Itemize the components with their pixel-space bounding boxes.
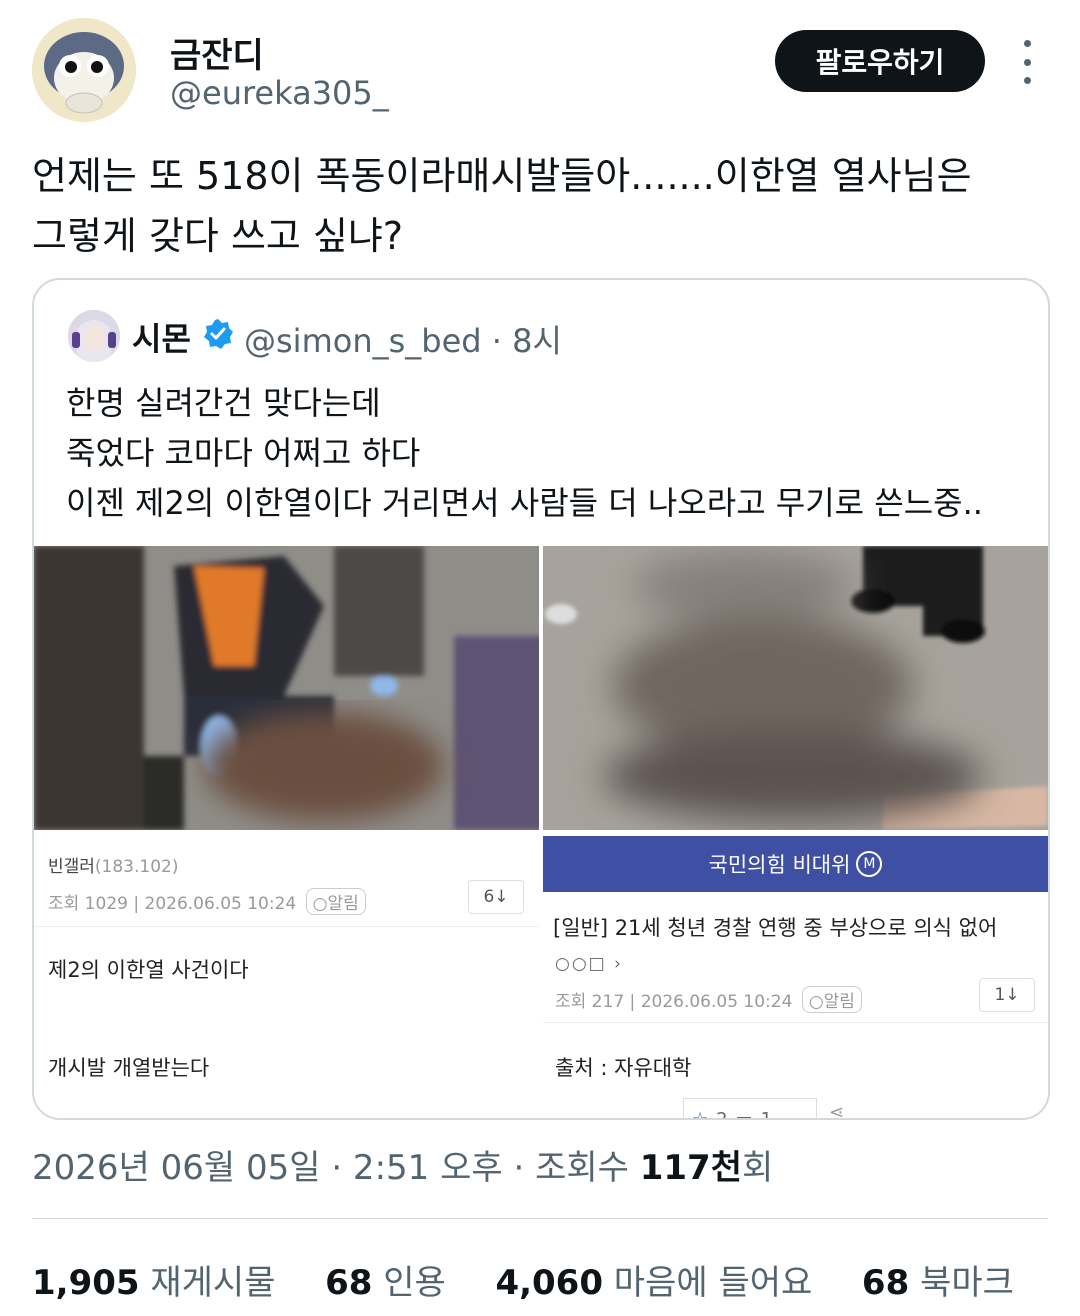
post-source: 출처 : 자유대학 — [555, 1056, 692, 1080]
post-body-line: 개시발 개열받는다 — [48, 1056, 210, 1080]
board-badge: M — [856, 851, 883, 877]
board-header: 국민의힘 비대위 M — [543, 836, 1048, 892]
alarm-tag: ○알림 — [801, 986, 862, 1013]
more-options-icon[interactable] — [1012, 40, 1042, 84]
quote-image-right[interactable]: 국민의힘 비대위 M [일반] 21세 청년 경찰 연행 중 부상으로 의식 없… — [543, 546, 1048, 1118]
post-actions: ☆ 2 ▭ 1 — [683, 1098, 817, 1118]
comment-icon: ▭ — [736, 1109, 753, 1119]
blurred-photo-right — [543, 546, 1048, 830]
post-author: 빈갤러(183.102) — [48, 857, 179, 877]
tweet-text: 언제는 또 518이 폭동이라매시발들아.......이한열 열사님은 그렇게 … — [32, 146, 1052, 266]
verified-badge-icon — [204, 319, 233, 349]
quote-text: 한명 실려간건 맞다는데 죽었다 코마다 어쩌고 하다 이젠 제2의 이한열이다… — [66, 378, 1046, 528]
quote-time: · 8시 — [491, 322, 562, 360]
quote-text-line: 죽었다 코마다 어쩌고 하다 — [66, 434, 421, 472]
comment-count-badge: 6↓ — [468, 880, 524, 914]
follow-button[interactable]: 팔로우하기 — [775, 30, 985, 92]
post-meta: 조회 217 | 2026.06.05 10:24 ○알림 — [555, 986, 862, 1013]
quote-author-handle: @simon_s_bed · 8시 — [244, 322, 562, 360]
comment-count-badge: 1↓ — [979, 978, 1035, 1012]
divider — [34, 926, 539, 927]
likes-stat[interactable]: 4,060 마음에 들어요 — [495, 1263, 812, 1303]
author-avatar[interactable] — [32, 18, 136, 122]
post-title: [일반] 21세 청년 경찰 연행 중 부상으로 의식 없어 — [553, 916, 998, 940]
divider — [543, 1022, 1048, 1023]
divider — [32, 1218, 1048, 1219]
bookmarks-stat[interactable]: 68 북마크 — [862, 1263, 1014, 1303]
post-meta: 조회 1029 | 2026.06.05 10:24 ○알림 — [48, 888, 366, 915]
tweet-text-line: 그렇게 갖다 쓰고 싶냐? — [32, 214, 404, 258]
author-name[interactable]: 금잔디 — [170, 28, 264, 77]
quote-text-line: 이젠 제2의 이한열이다 거리면서 사람들 더 나오라고 무기로 쓴느중.. — [66, 484, 983, 522]
quote-author-name: 시몬 — [132, 320, 191, 358]
alarm-tag: ○알림 — [305, 888, 366, 915]
quote-text-line: 한명 실려간건 맞다는데 — [66, 384, 381, 422]
post-body-line: 제2의 이한열 사건이다 — [48, 958, 249, 982]
author-handle[interactable]: @eureka305_ — [170, 74, 389, 112]
retweets-stat[interactable]: 1,905 재게시물 — [32, 1263, 275, 1303]
star-icon: ☆ — [692, 1109, 708, 1119]
blurred-photo-left — [34, 546, 539, 830]
engagement-stats: 1,905 재게시물 68 인용 4,060 마음에 들어요 68 북마크 — [32, 1255, 1014, 1304]
quoted-tweet[interactable]: 시몬 @simon_s_bed · 8시 한명 실려간건 맞다는데 죽었다 코마… — [32, 278, 1050, 1120]
quote-image-left[interactable]: 빈갤러(183.102) 조회 1029 | 2026.06.05 10:24 … — [34, 546, 539, 1118]
tweet-text-line: 언제는 또 518이 폭동이라매시발들아.......이한열 열사님은 — [32, 154, 972, 198]
share-icon: ⋖ — [829, 1102, 845, 1118]
quote-author-avatar — [68, 310, 120, 362]
view-count: 117천 — [639, 1148, 742, 1188]
tweet-timestamp[interactable]: 2026년 06월 05일 · 2:51 오후 · 조회수 117천회 — [32, 1140, 773, 1189]
post-icons: ○○□ › — [555, 954, 623, 974]
quotes-stat[interactable]: 68 인용 — [325, 1263, 446, 1303]
